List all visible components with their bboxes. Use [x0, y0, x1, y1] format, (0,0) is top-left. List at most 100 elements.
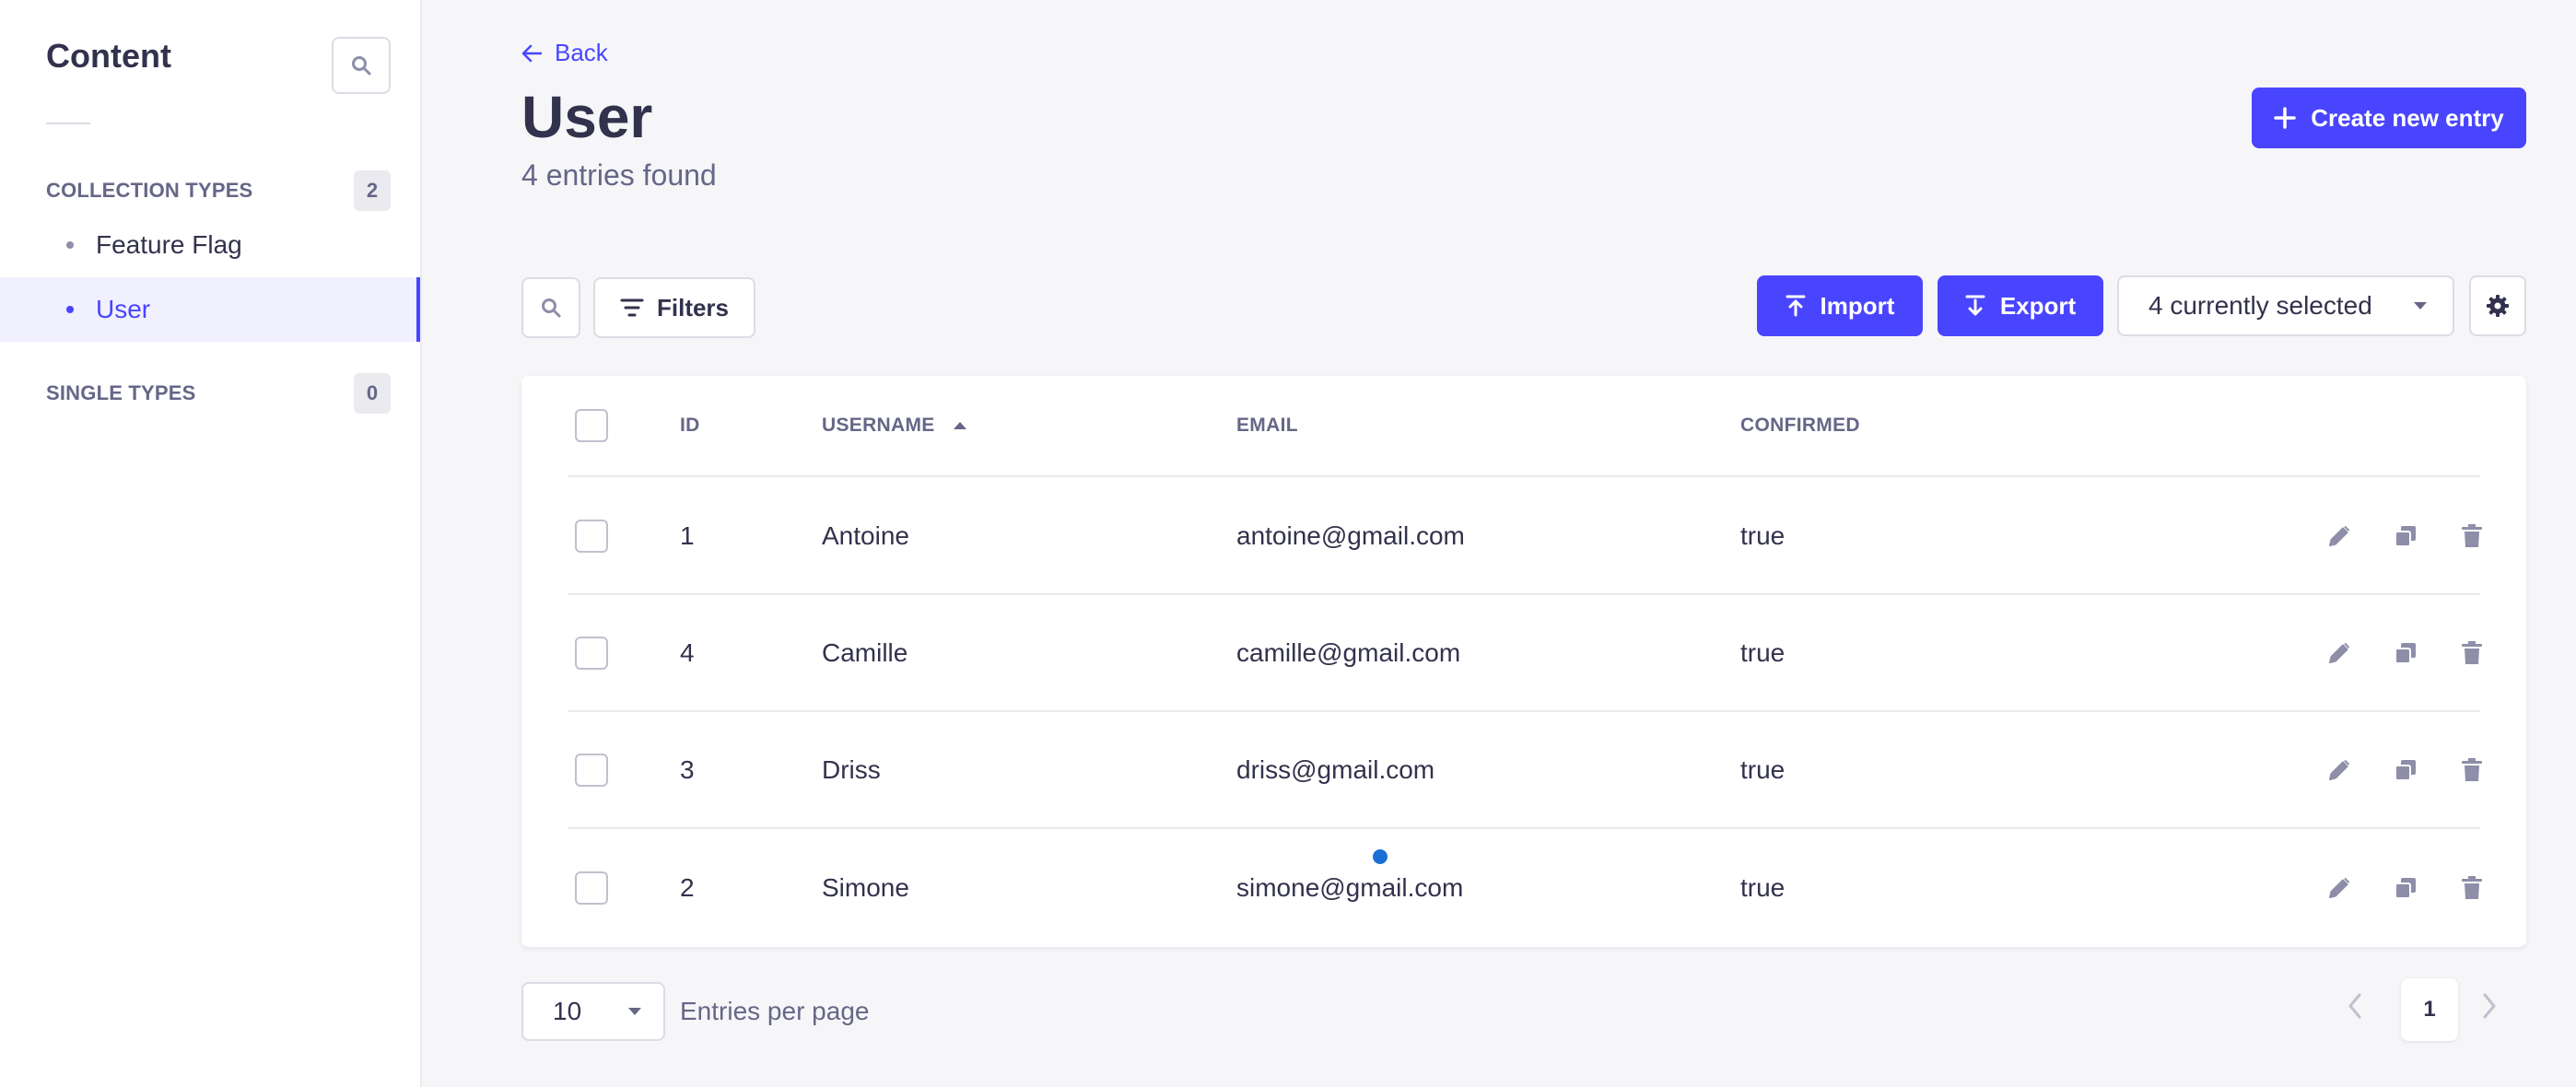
sidebar: Content COLLECTION TYPES 2 Feature Flag … [0, 0, 422, 1087]
trash-icon[interactable] [2458, 756, 2486, 784]
cell-id: 4 [680, 637, 695, 667]
row-checkbox[interactable] [575, 871, 608, 905]
single-types-header[interactable]: SINGLE TYPES 0 [46, 373, 391, 414]
filters-label: Filters [656, 293, 730, 321]
entries-per-page-value: 10 [553, 997, 582, 1025]
search-icon [542, 298, 561, 318]
table-row[interactable]: 2 Simone simone@gmail.com true [568, 829, 2482, 946]
cell-confirmed: true [1740, 637, 1786, 667]
duplicate-icon[interactable] [2392, 522, 2419, 550]
cell-email: antoine@gmail.com [1236, 520, 1465, 550]
table-row[interactable]: 1 Antoine antoine@gmail.com true [568, 478, 2482, 595]
list-settings-button[interactable] [2469, 275, 2526, 336]
caret-down-icon [628, 1008, 641, 1015]
single-types-label: SINGLE TYPES [46, 381, 196, 404]
bullet-icon [66, 241, 74, 249]
pagination-previous[interactable] [2348, 993, 2362, 1023]
single-types-count: 0 [354, 373, 391, 414]
page-title: User [521, 84, 653, 150]
cell-username: Camille [822, 637, 908, 667]
import-label: Import [1820, 291, 1895, 320]
edit-icon[interactable] [2325, 874, 2353, 902]
sort-ascending-icon [953, 422, 966, 429]
columns-select-value: 4 currently selected [2149, 291, 2372, 320]
entries-table: ID USERNAME EMAIL CONFIRMED 1 Antoine an… [521, 376, 2526, 947]
edit-icon[interactable] [2325, 756, 2353, 784]
cell-id: 1 [680, 520, 695, 550]
pagination-page-current[interactable]: 1 [2401, 978, 2458, 1041]
sidebar-divider [46, 123, 90, 124]
row-actions [2325, 756, 2486, 784]
collection-types-label: COLLECTION TYPES [46, 179, 253, 202]
columns-select[interactable]: 4 currently selected [2117, 275, 2454, 336]
cell-id: 2 [680, 872, 695, 902]
column-header-confirmed[interactable]: CONFIRMED [1740, 415, 1860, 437]
sidebar-item-label: Feature Flag [96, 230, 242, 259]
filters-button[interactable]: Filters [593, 277, 755, 338]
cell-confirmed: true [1740, 754, 1786, 784]
collection-types-count: 2 [354, 170, 391, 211]
arrow-left-icon [521, 44, 542, 62]
sidebar-item-label: User [96, 295, 151, 323]
row-actions [2325, 874, 2486, 902]
cell-email: camille@gmail.com [1236, 637, 1461, 667]
select-all-checkbox[interactable] [575, 409, 608, 442]
table-header-row: ID USERNAME EMAIL CONFIRMED [568, 376, 2480, 477]
cell-email: driss@gmail.com [1236, 754, 1435, 784]
app: Content COLLECTION TYPES 2 Feature Flag … [0, 0, 2576, 1087]
row-checkbox[interactable] [575, 753, 608, 787]
row-checkbox[interactable] [575, 636, 608, 670]
pagination-next[interactable] [2482, 993, 2497, 1023]
cell-email: simone@gmail.com [1236, 872, 1464, 902]
back-link[interactable]: Back [521, 39, 608, 67]
chevron-left-icon [2348, 993, 2361, 1019]
back-label: Back [555, 39, 608, 66]
cell-username: Antoine [822, 520, 909, 550]
column-header-username[interactable]: USERNAME [822, 415, 966, 437]
download-icon [1965, 295, 1985, 316]
sidebar-title: Content [46, 37, 171, 75]
import-button[interactable]: Import [1757, 275, 1923, 336]
gear-icon [2487, 295, 2509, 317]
entries-count: 4 entries found [521, 158, 717, 192]
export-label: Export [1999, 291, 2077, 320]
table-search-button[interactable] [521, 277, 580, 338]
edit-icon[interactable] [2325, 639, 2353, 667]
row-actions [2325, 639, 2486, 667]
column-header-username-label: USERNAME [822, 415, 935, 436]
mouse-cursor-indicator [1373, 849, 1388, 864]
sidebar-item-feature-flag[interactable]: Feature Flag [0, 213, 420, 277]
row-checkbox[interactable] [575, 519, 608, 553]
cell-username: Simone [822, 872, 909, 902]
column-header-email[interactable]: EMAIL [1236, 415, 1298, 437]
trash-icon[interactable] [2458, 522, 2486, 550]
sidebar-search-button[interactable] [332, 37, 391, 94]
collection-types-header[interactable]: COLLECTION TYPES 2 [46, 170, 391, 211]
cell-confirmed: true [1740, 520, 1786, 550]
duplicate-icon[interactable] [2392, 874, 2419, 902]
duplicate-icon[interactable] [2392, 756, 2419, 784]
trash-icon[interactable] [2458, 639, 2486, 667]
create-new-entry-button[interactable]: Create new entry [2252, 88, 2526, 148]
sidebar-item-user[interactable]: User [0, 277, 420, 342]
edit-icon[interactable] [2325, 522, 2353, 550]
table-row[interactable]: 4 Camille camille@gmail.com true [568, 595, 2482, 712]
plus-icon [2274, 107, 2296, 129]
search-icon [352, 56, 371, 76]
trash-icon[interactable] [2458, 874, 2486, 902]
row-actions [2325, 522, 2486, 550]
duplicate-icon[interactable] [2392, 639, 2419, 667]
create-new-entry-label: Create new entry [2311, 103, 2504, 132]
export-button[interactable]: Export [1938, 275, 2103, 336]
cell-id: 3 [680, 754, 695, 784]
chevron-right-icon [2483, 993, 2496, 1019]
column-header-id[interactable]: ID [680, 415, 700, 437]
caret-down-icon [2414, 302, 2427, 310]
cell-username: Driss [822, 754, 881, 784]
cell-confirmed: true [1740, 872, 1786, 902]
entries-per-page-select[interactable]: 10 [521, 982, 665, 1041]
table-row[interactable]: 3 Driss driss@gmail.com true [568, 712, 2482, 829]
upload-icon [1786, 295, 1806, 317]
entries-per-page-label: Entries per page [680, 997, 870, 1025]
bullet-icon [66, 306, 74, 313]
